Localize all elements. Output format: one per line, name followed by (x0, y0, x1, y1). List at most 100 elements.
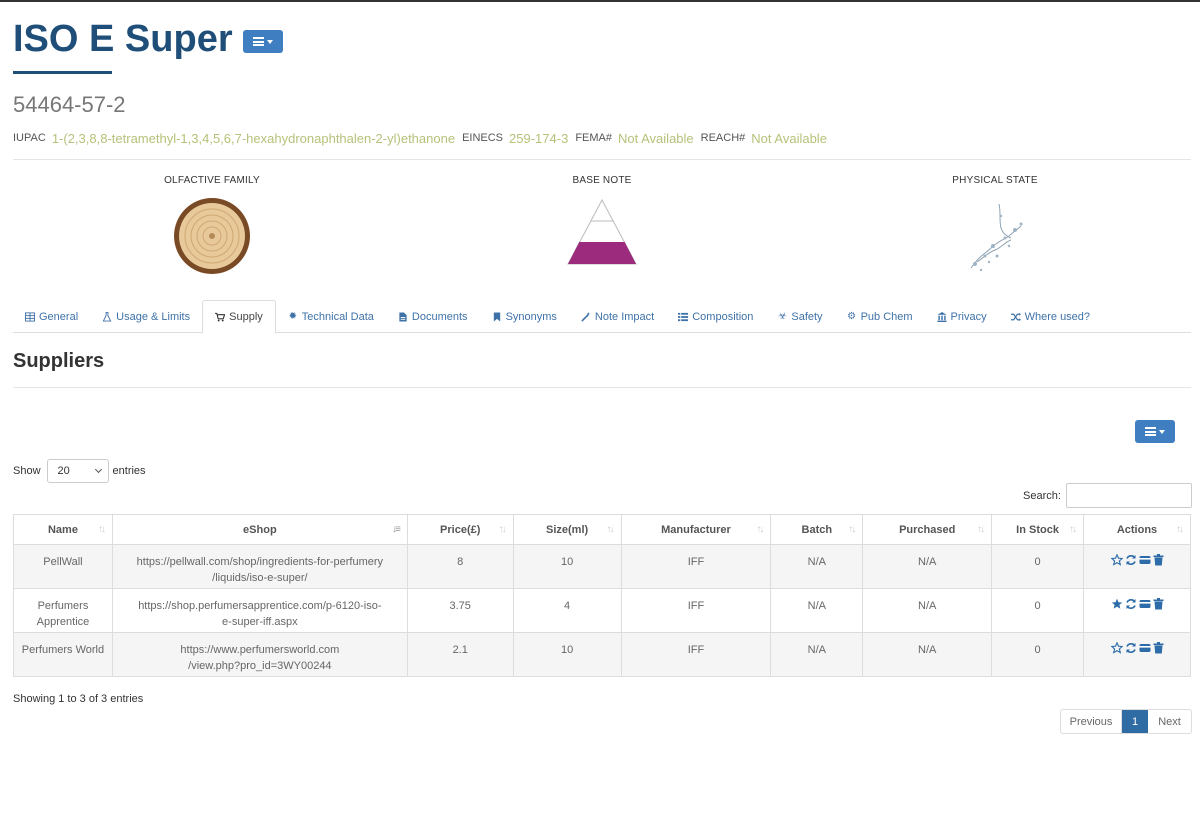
cell-name: Perfumers World (13, 632, 113, 677)
cell-price: 2.1 (406, 632, 514, 677)
credit-card-icon[interactable] (1139, 554, 1151, 566)
tab-label: Where used? (1024, 310, 1091, 323)
wood-slice-icon (174, 198, 250, 274)
physical-state-caption: PHYSICAL STATE (952, 175, 1038, 186)
title-underline (13, 71, 112, 74)
tab-bar: General Usage & Limits Supply ✹ Technica… (13, 300, 1191, 334)
iupac-value: 1-(2,3,8,8-tetramethyl-1,3,4,5,6,7-hexah… (51, 131, 456, 146)
tab-label: Documents (411, 310, 468, 323)
cell-in-stock: 0 (991, 632, 1085, 677)
cell-actions (1083, 632, 1191, 677)
column-header-size[interactable]: Size(ml) ↑↓ (512, 514, 622, 545)
cell-size: 10 (512, 544, 622, 589)
cell-size: 10 (512, 632, 622, 677)
page-1-button[interactable]: 1 (1122, 710, 1148, 733)
tab-composition[interactable]: Composition (666, 300, 765, 333)
credit-card-icon[interactable] (1139, 642, 1151, 654)
table-row: PellWall https://pellwall.com/shop/ingre… (13, 544, 1191, 589)
tab-usage-limits[interactable]: Usage & Limits (90, 300, 202, 333)
tab-label: Privacy (950, 310, 987, 323)
entries-label: entries (112, 465, 146, 477)
suppliers-table: Name ↑↓ eShop ↓≡ Price(£) ↑↓ Size(ml) ↑↓ Man… (13, 514, 1191, 677)
tab-label: Supply (229, 311, 263, 323)
tab-label: Synonyms (505, 310, 557, 323)
sort-ascending-icon: ↓≡ (391, 524, 401, 535)
search-input[interactable] (1065, 483, 1192, 508)
tab-technical-data[interactable]: ✹ Technical Data (276, 300, 386, 333)
magic-wand-icon (581, 311, 591, 322)
cell-actions (1083, 588, 1191, 633)
tab-label: Usage & Limits (116, 310, 191, 323)
physical-state-feature: PHYSICAL STATE (875, 175, 1115, 276)
cell-batch: N/A (770, 544, 864, 589)
cell-manufacturer: IFF (620, 544, 772, 589)
trash-icon[interactable] (1153, 554, 1164, 566)
column-header-eshop[interactable]: eShop ↓≡ (111, 514, 408, 545)
column-header-price[interactable]: Price(£) ↑↓ (406, 514, 514, 545)
title-row: ISO E Super (13, 18, 283, 61)
top-border (0, 0, 1200, 2)
search-control: Search: (1023, 483, 1192, 508)
previous-page-button[interactable]: Previous (1061, 710, 1122, 733)
sort-icon: ↑↓ (498, 524, 507, 535)
base-note-feature: BASE NOTE (482, 175, 722, 268)
suppliers-menu-button[interactable] (1135, 420, 1175, 443)
star-filled-icon[interactable] (1111, 598, 1123, 610)
refresh-icon[interactable] (1125, 598, 1137, 610)
identifiers-row: IUPAC 1-(2,3,8,8-tetramethyl-1,3,4,5,6,7… (13, 131, 834, 146)
table-row: Perfumers Apprentice https://shop.perfume… (13, 588, 1191, 633)
cell-name: Perfumers Apprentice (13, 588, 113, 633)
cell-name: PellWall (13, 544, 113, 589)
cell-eshop[interactable]: https://pellwall.com/shop/ingredients-fo… (111, 544, 408, 589)
star-outline-icon[interactable] (1110, 554, 1123, 566)
divider (13, 159, 1191, 160)
tab-synonyms[interactable]: Synonyms (480, 300, 569, 333)
tab-pub-chem[interactable]: ⚙ Pub Chem (835, 300, 925, 333)
tab-general[interactable]: General (13, 300, 90, 333)
cell-eshop[interactable]: https://shop.perfumersapprentice.com/p-6… (111, 588, 408, 633)
next-page-button[interactable]: Next (1148, 710, 1191, 733)
trash-icon[interactable] (1153, 642, 1164, 654)
tab-label: Pub Chem (860, 310, 913, 323)
sort-icon: ↑↓ (97, 524, 106, 535)
refresh-icon[interactable] (1125, 642, 1137, 654)
cell-purchased: N/A (862, 588, 993, 633)
cell-in-stock: 0 (991, 544, 1085, 589)
column-header-purchased[interactable]: Purchased ↑↓ (862, 514, 993, 545)
cart-icon (215, 312, 226, 322)
sort-icon: ↑↓ (1176, 524, 1184, 535)
cell-purchased: N/A (862, 544, 993, 589)
star-outline-icon[interactable] (1110, 642, 1123, 654)
page-title: ISO E Super (13, 18, 233, 60)
cell-price: 8 (406, 544, 514, 589)
liquid-splash-icon (970, 203, 1023, 272)
cell-size: 4 (512, 588, 622, 633)
base-note-caption: BASE NOTE (572, 175, 632, 186)
title-menu-button[interactable] (242, 30, 283, 53)
refresh-icon[interactable] (1125, 554, 1137, 566)
credit-card-icon[interactable] (1139, 598, 1151, 610)
sort-icon: ↑↓ (1069, 524, 1077, 535)
column-header-manufacturer[interactable]: Manufacturer ↑↓ (620, 514, 772, 545)
tab-privacy[interactable]: Privacy (925, 300, 999, 333)
tab-supply[interactable]: Supply (202, 300, 276, 334)
reach-label: REACH# (700, 132, 746, 144)
tab-safety[interactable]: ☣ Safety (765, 300, 834, 333)
column-header-batch[interactable]: Batch ↑↓ (770, 514, 864, 545)
trash-icon[interactable] (1153, 598, 1164, 610)
sort-icon: ↑↓ (977, 524, 985, 535)
tab-documents[interactable]: Documents (386, 300, 480, 333)
column-header-name[interactable]: Name ↑↓ (13, 514, 113, 545)
list-icon (678, 312, 689, 321)
entries-select[interactable]: 20 (46, 459, 109, 483)
cell-eshop[interactable]: https://www.perfumersworld.com/view.php?… (111, 632, 408, 677)
tab-note-impact[interactable]: Note Impact (569, 300, 666, 333)
tab-where-used[interactable]: Where used? (999, 300, 1102, 333)
shuffle-icon (1010, 312, 1021, 321)
column-header-actions[interactable]: Actions ↑↓ (1083, 514, 1191, 545)
tab-label: Safety (791, 310, 823, 323)
table-header-row: Name ↑↓ eShop ↓≡ Price(£) ↑↓ Size(ml) ↑↓ Man… (13, 514, 1191, 545)
column-header-in-stock[interactable]: In Stock ↑↓ (991, 514, 1085, 545)
caret-down-icon (1159, 429, 1165, 434)
flask-icon (102, 311, 112, 322)
